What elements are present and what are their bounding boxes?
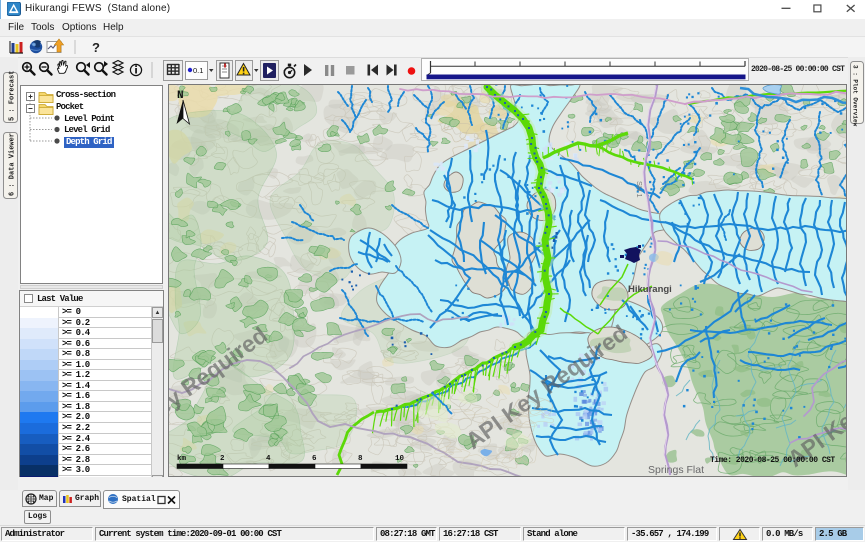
svg-text:3 : Plot Overview: 3 : Plot Overview xyxy=(852,65,859,127)
svg-text:Time: 2020-08-25 00:00:00 CST: Time: 2020-08-25 00:00:00 CST xyxy=(710,456,835,465)
svg-text:Hikurangi: Hikurangi xyxy=(628,284,672,295)
svg-text:2: 2 xyxy=(220,455,225,463)
svg-text:10: 10 xyxy=(395,455,405,463)
svg-text:8: 8 xyxy=(358,455,363,463)
svg-text:5 : Forecast: 5 : Forecast xyxy=(9,71,17,121)
svg-text:6 : Data Viewer: 6 : Data Viewer xyxy=(9,133,17,196)
svg-text:6: 6 xyxy=(312,455,317,463)
svg-text:4: 4 xyxy=(266,455,271,463)
svg-text:SH 1: SH 1 xyxy=(635,181,644,198)
svg-text:?: ? xyxy=(92,40,100,55)
svg-text:0.1: 0.1 xyxy=(193,66,203,75)
svg-text:Springs Flat: Springs Flat xyxy=(648,464,704,476)
svg-text:km: km xyxy=(177,455,187,463)
